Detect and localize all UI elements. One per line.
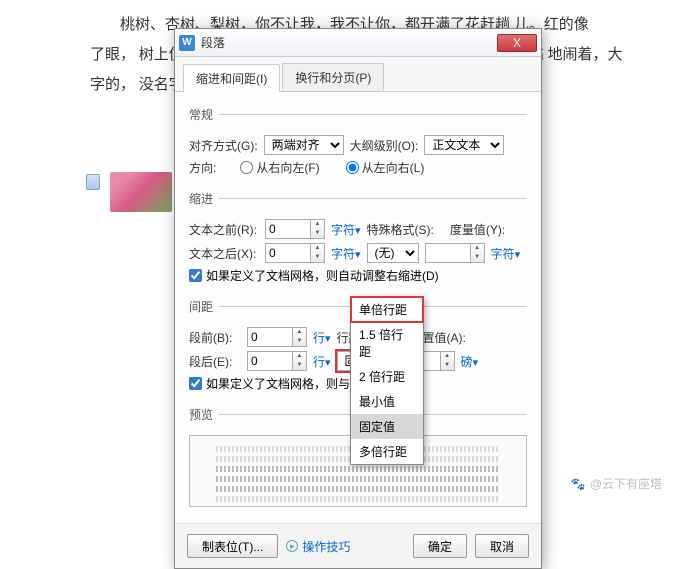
- tabbar: 缩进和间距(I) 换行和分页(P): [175, 57, 541, 92]
- checkbox-adjust-indent[interactable]: 如果定义了文档网格，则自动调整右缩进(D): [189, 267, 527, 284]
- special-label: 特殊格式(S):: [367, 221, 434, 238]
- app-icon: W: [179, 35, 195, 51]
- direction-label: 方向:: [189, 159, 216, 176]
- unit-pt[interactable]: 磅▾: [461, 353, 479, 370]
- unit-char2[interactable]: 字符▾: [331, 245, 361, 262]
- dialog-title: 段落: [201, 34, 497, 51]
- unit-char3[interactable]: 字符▾: [491, 245, 521, 262]
- unit-line1[interactable]: 行▾: [313, 329, 331, 346]
- document-icon: [86, 174, 100, 190]
- after-text-spinner[interactable]: ▲▼: [265, 243, 325, 263]
- dialog-footer: 制表位(T)... ▸操作技巧 确定 取消: [175, 523, 541, 568]
- dropdown-option-double[interactable]: 2 倍行距: [351, 364, 423, 389]
- tips-link[interactable]: ▸操作技巧: [286, 538, 350, 555]
- paw-icon: 🐾: [571, 477, 586, 491]
- dropdown-option-fixed[interactable]: 固定值: [351, 414, 423, 439]
- outline-label: 大纲级别(O):: [350, 137, 419, 154]
- section-preview-label: 预览: [189, 406, 219, 423]
- after-para-spinner[interactable]: ▲▼: [247, 351, 307, 371]
- radio-rtl[interactable]: 从右向左(F): [240, 159, 319, 176]
- before-para-spinner[interactable]: ▲▼: [247, 327, 307, 347]
- section-general-label: 常规: [189, 106, 219, 123]
- dropdown-option-1-5[interactable]: 1.5 倍行距: [351, 322, 423, 364]
- measure-spinner[interactable]: ▲▼: [425, 243, 485, 263]
- watermark: 🐾 @云下有座塔: [571, 475, 662, 492]
- section-indent: 缩进 文本之前(R): ▲▼ 字符▾ 特殊格式(S): 度量值(Y): 文本之后…: [189, 190, 527, 292]
- after-text-label: 文本之后(X):: [189, 245, 259, 262]
- unit-char[interactable]: 字符▾: [331, 221, 361, 238]
- before-text-label: 文本之前(R):: [189, 221, 259, 238]
- unit-line2[interactable]: 行▾: [313, 353, 331, 370]
- after-para-label: 段后(E):: [189, 353, 241, 370]
- line-spacing-dropdown: 单倍行距 1.5 倍行距 2 倍行距 最小值 固定值 多倍行距: [350, 296, 424, 465]
- align-select[interactable]: 两端对齐: [264, 135, 344, 155]
- section-general: 常规 对齐方式(G): 两端对齐 大纲级别(O): 正文文本 方向: 从右向左(…: [189, 106, 527, 184]
- measure-label: 度量值(Y):: [450, 221, 505, 238]
- section-indent-label: 缩进: [189, 190, 219, 207]
- image-thumbnail: [110, 172, 172, 212]
- close-button[interactable]: X: [497, 34, 537, 52]
- special-select[interactable]: (无): [367, 243, 419, 263]
- outline-select[interactable]: 正文文本: [424, 135, 504, 155]
- dropdown-option-multiple[interactable]: 多倍行距: [351, 439, 423, 464]
- radio-ltr[interactable]: 从左向右(L): [346, 159, 425, 176]
- align-label: 对齐方式(G):: [189, 137, 258, 154]
- ok-button[interactable]: 确定: [413, 534, 467, 558]
- before-para-label: 段前(B):: [189, 329, 241, 346]
- tab-indent-spacing[interactable]: 缩进和间距(I): [183, 64, 280, 92]
- tabs-button[interactable]: 制表位(T)...: [187, 534, 278, 558]
- section-spacing-label: 间距: [189, 298, 219, 315]
- dropdown-option-single[interactable]: 单倍行距: [351, 297, 423, 322]
- before-text-spinner[interactable]: ▲▼: [265, 219, 325, 239]
- titlebar[interactable]: W 段落 X: [175, 29, 541, 57]
- dropdown-option-min[interactable]: 最小值: [351, 389, 423, 414]
- tab-line-page-breaks[interactable]: 换行和分页(P): [282, 63, 384, 91]
- cancel-button[interactable]: 取消: [475, 534, 529, 558]
